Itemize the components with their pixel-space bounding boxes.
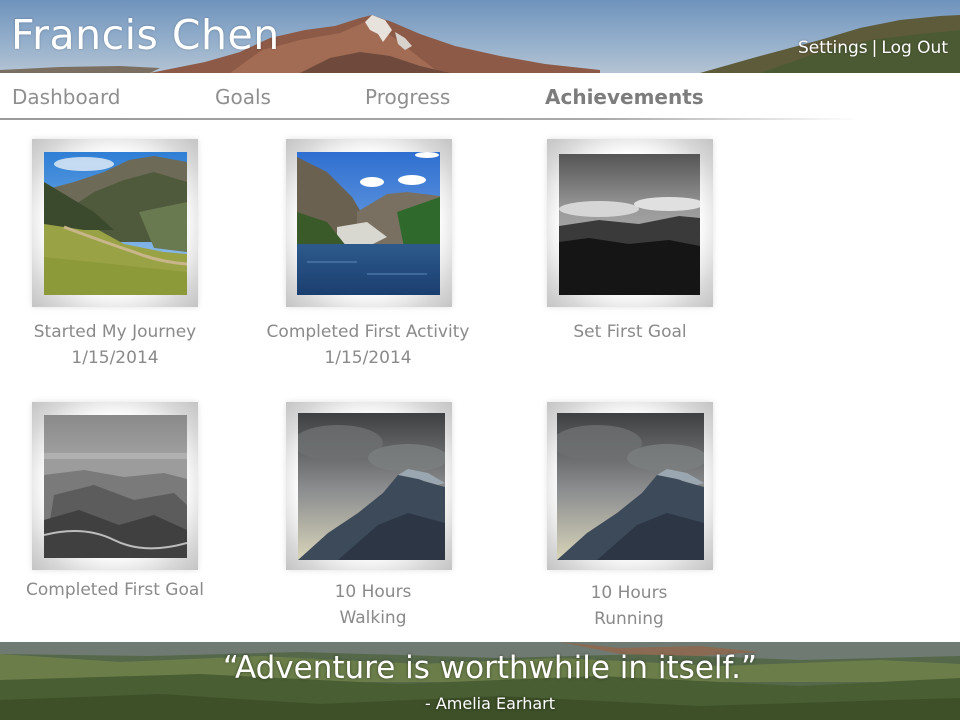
main-nav: Dashboard Goals Progress Achievements [0, 74, 960, 120]
footer-quote: “Adventure is worthwhile in itself.” [222, 650, 758, 686]
nav-item-achievements[interactable]: Achievements [545, 85, 704, 109]
achievement-date: 1/15/2014 [71, 348, 159, 368]
achievement-subtitle: Running [594, 609, 664, 629]
achievement-badge-first-goal-completed[interactable] [32, 402, 198, 570]
grayscale-canyon-photo [44, 415, 187, 558]
header-banner: Francis Chen Settings | Log Out [0, 0, 960, 73]
grayscale-hills-photo [559, 154, 700, 295]
user-name: Francis Chen [11, 11, 280, 59]
achievement-badge-first-goal-set[interactable] [547, 139, 713, 307]
cloudy-peak-photo [298, 413, 445, 560]
achievement-caption-first-activity: Completed First Activity 1/15/2014 [248, 319, 488, 371]
link-separator: | [871, 38, 878, 58]
achievement-badge-running[interactable] [547, 402, 713, 570]
nav-item-dashboard[interactable]: Dashboard [12, 85, 121, 109]
achievement-subtitle: Walking [339, 608, 407, 628]
achievement-title: Completed First Activity [266, 322, 470, 342]
cloudy-peak-photo [557, 413, 704, 560]
nav-divider [0, 118, 860, 120]
achievement-badge-walking[interactable] [286, 402, 452, 570]
achievement-caption-first-goal-set: Set First Goal [510, 319, 750, 345]
achievement-date: 1/15/2014 [324, 348, 412, 368]
footer-banner: “Adventure is worthwhile in itself.” - A… [0, 642, 960, 720]
header-links: Settings | Log Out [798, 38, 948, 58]
mountain-valley-photo [44, 152, 187, 295]
achievement-badge-started-journey[interactable] [32, 139, 198, 307]
nav-item-goals[interactable]: Goals [215, 85, 271, 109]
achievement-caption-first-goal-completed: Completed First Goal [0, 577, 235, 603]
achievement-title: 10 Hours [590, 583, 668, 603]
achievement-caption-started-journey: Started My Journey 1/15/2014 [0, 319, 235, 371]
settings-link[interactable]: Settings [798, 38, 868, 58]
achievement-title: 10 Hours [334, 582, 412, 602]
achievement-title: Started My Journey [33, 322, 197, 342]
achievement-caption-running: 10 Hours Running [509, 580, 749, 632]
mountain-lake-photo [297, 152, 440, 295]
achievement-title: Completed First Goal [25, 580, 205, 600]
logout-link[interactable]: Log Out [881, 38, 948, 58]
achievement-caption-walking: 10 Hours Walking [253, 579, 493, 631]
quote-attribution: - Amelia Earhart [424, 694, 556, 713]
achievement-title: Set First Goal [573, 322, 687, 342]
nav-item-progress[interactable]: Progress [365, 85, 450, 109]
achievement-badge-first-activity[interactable] [286, 139, 452, 307]
